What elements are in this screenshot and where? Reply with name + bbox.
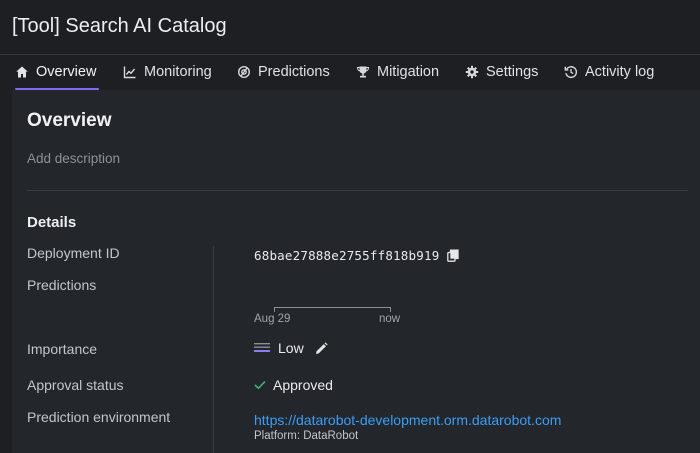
importance-low-icon	[254, 342, 270, 354]
approval-status-value: Approved	[273, 377, 333, 393]
add-description-field[interactable]: Add description	[27, 151, 120, 166]
tab-overview[interactable]: Overview	[15, 54, 99, 90]
sparkline-tick-end	[390, 307, 391, 312]
sparkline-start-label: Aug 29	[254, 313, 291, 325]
approval-status-value-row: Approved	[254, 377, 333, 393]
sparkline-tick-start	[274, 307, 275, 312]
sparkline-end-label: now	[379, 313, 401, 325]
title-bar: [Tool] Search AI Catalog	[0, 0, 700, 55]
gear-icon	[465, 65, 479, 79]
copy-icon[interactable]	[445, 247, 461, 263]
line-chart-icon	[123, 65, 137, 79]
tab-mitigation-label: Mitigation	[377, 64, 440, 80]
page-title: [Tool] Search AI Catalog	[12, 15, 227, 37]
divider	[27, 190, 688, 191]
importance-value-row: Low	[254, 340, 330, 356]
approval-status-label: Approval status	[27, 377, 124, 393]
home-icon	[15, 65, 29, 79]
tab-overview-label: Overview	[36, 64, 97, 80]
details-column-divider	[213, 246, 214, 453]
importance-value: Low	[278, 340, 304, 356]
deployment-id-value-row: 68bae27888e2755ff818b919	[254, 247, 461, 263]
platform-label: Platform: DataRobot	[254, 430, 359, 442]
tab-activity-log-label: Activity log	[585, 64, 655, 80]
prediction-environment-link[interactable]: https://datarobot-development.orm.dataro…	[254, 412, 561, 428]
check-icon	[254, 380, 266, 390]
tab-mitigation[interactable]: Mitigation	[356, 54, 439, 90]
tab-predictions-label: Predictions	[258, 64, 330, 80]
section-title: Overview	[27, 110, 112, 131]
sparkline-axis	[274, 307, 391, 308]
prediction-environment-label: Prediction environment	[27, 409, 171, 425]
predictions-label: Predictions	[27, 277, 97, 293]
tab-monitoring-label: Monitoring	[144, 64, 212, 80]
prediction-environment-value-row: https://datarobot-development.orm.dataro…	[254, 412, 561, 428]
tab-activity-log[interactable]: Activity log	[564, 54, 654, 90]
history-icon	[564, 65, 578, 79]
pencil-icon[interactable]	[314, 340, 330, 356]
tab-bar: Overview Monitoring Predictions Mitigati…	[0, 54, 700, 90]
importance-label: Importance	[27, 341, 98, 357]
predictions-sparkline: Aug 29 now	[254, 302, 404, 332]
trophy-icon	[356, 65, 370, 79]
tab-settings[interactable]: Settings	[465, 54, 538, 90]
deployment-id-label: Deployment ID	[27, 245, 120, 261]
overview-panel: Overview Add description Details Deploym…	[12, 90, 700, 453]
tab-settings-label: Settings	[486, 64, 539, 80]
predictions-icon	[237, 65, 251, 79]
tab-monitoring[interactable]: Monitoring	[123, 54, 212, 90]
deployment-id-value: 68bae27888e2755ff818b919	[254, 247, 440, 263]
details-heading: Details	[27, 214, 77, 231]
tab-predictions[interactable]: Predictions	[237, 54, 330, 90]
